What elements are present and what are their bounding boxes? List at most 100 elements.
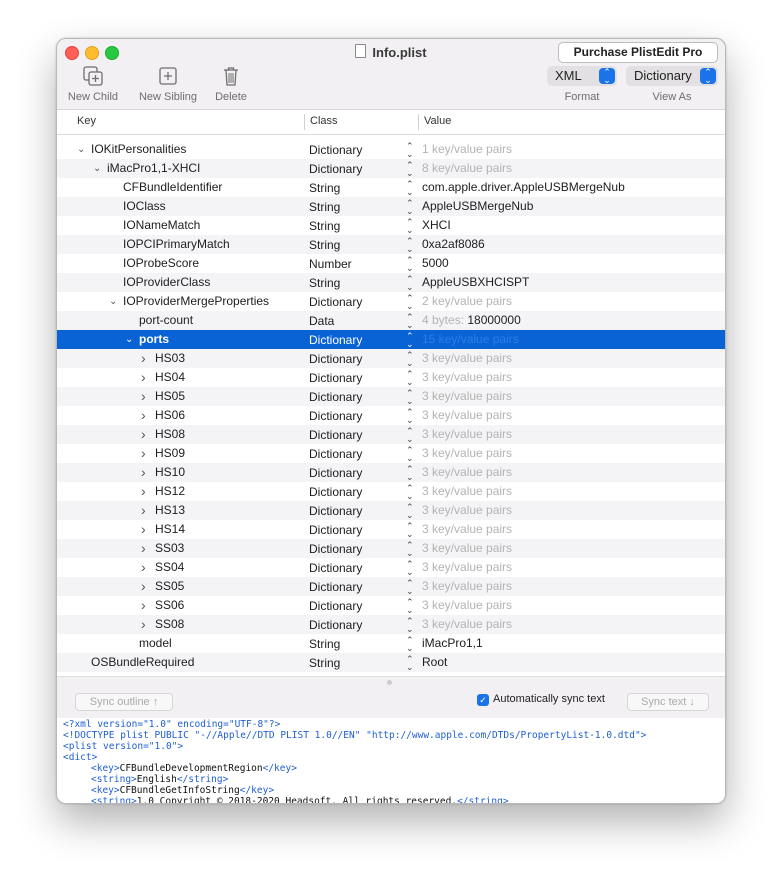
row-key[interactable]: HS04 [155,368,185,387]
row-class[interactable]: Dictionary [309,502,362,521]
row-key[interactable]: HS13 [155,501,185,520]
class-stepper-icon[interactable]: ⌃ ⌄ [406,273,414,292]
row-value[interactable]: 3 key/value pairs [422,425,512,444]
outline-row[interactable]: IONameMatch String ⌃ ⌄ XHCI [57,216,725,235]
class-stepper-icon[interactable]: ⌃ ⌄ [406,520,414,539]
row-value[interactable]: 3 key/value pairs [422,463,512,482]
column-header-key[interactable]: Key [77,115,96,127]
outline-row[interactable]: › HS05 Dictionary ⌃ ⌄ 3 key/value pairs [57,387,725,406]
row-value[interactable]: 15 key/value pairs [422,330,519,349]
outline-row[interactable]: › HS06 Dictionary ⌃ ⌄ 3 key/value pairs [57,406,725,425]
outline-row[interactable]: › HS03 Dictionary ⌃ ⌄ 3 key/value pairs [57,349,725,368]
auto-sync-checkbox[interactable]: ✓ [477,694,489,706]
outline-view[interactable]: ⌄ IOKitPersonalities Dictionary ⌃ ⌄ 1 key/val… [57,135,725,675]
row-value[interactable]: AppleUSBXHCISPT [422,273,529,292]
class-stepper-icon[interactable]: ⌃ ⌄ [406,653,414,672]
disclosure-closed-icon[interactable]: › [141,463,146,482]
outline-row[interactable]: › HS12 Dictionary ⌃ ⌄ 3 key/value pairs [57,482,725,501]
class-stepper-icon[interactable]: ⌃ ⌄ [406,159,414,178]
xml-text-view[interactable]: <?xml version="1.0" encoding="UTF-8"?> <!… [57,718,725,803]
format-popup[interactable]: XML ⌃ ⌄ [547,66,617,86]
row-class[interactable]: Dictionary [309,141,362,160]
row-key[interactable]: IOClass [123,197,166,216]
row-value[interactable]: 3 key/value pairs [422,615,512,634]
row-class[interactable]: Dictionary [309,369,362,388]
row-class[interactable]: Dictionary [309,331,362,350]
row-class[interactable]: String [309,217,340,236]
outline-row[interactable]: › HS09 Dictionary ⌃ ⌄ 3 key/value pairs [57,444,725,463]
row-class[interactable]: Dictionary [309,160,362,179]
class-stepper-icon[interactable]: ⌃ ⌄ [406,463,414,482]
disclosure-open-icon[interactable]: ⌄ [93,159,101,178]
row-value[interactable]: 3 key/value pairs [422,406,512,425]
outline-row[interactable]: › SS08 Dictionary ⌃ ⌄ 3 key/value pairs [57,615,725,634]
disclosure-closed-icon[interactable]: › [141,444,146,463]
row-value[interactable]: AppleUSBMergeNub [422,197,533,216]
row-key[interactable]: HS05 [155,387,185,406]
outline-row[interactable]: › HS10 Dictionary ⌃ ⌄ 3 key/value pairs [57,463,725,482]
row-value[interactable]: 3 key/value pairs [422,520,512,539]
row-class[interactable]: Data [309,312,334,331]
disclosure-closed-icon[interactable]: › [141,615,146,634]
row-value[interactable]: 4 bytes: 18000000 [422,311,521,330]
row-key[interactable]: IOPCIPrimaryMatch [123,235,230,254]
row-key[interactable]: IONameMatch [123,216,200,235]
column-header-value[interactable]: Value [424,115,451,127]
class-stepper-icon[interactable]: ⌃ ⌄ [406,216,414,235]
outline-row[interactable]: ⌄ IOProviderMergeProperties Dictionary ⌃ ⌄ 2 … [57,292,725,311]
class-stepper-icon[interactable]: ⌃ ⌄ [406,197,414,216]
class-stepper-icon[interactable]: ⌃ ⌄ [406,482,414,501]
sync-text-button[interactable]: Sync text ↓ [627,693,709,711]
row-key[interactable]: HS03 [155,349,185,368]
row-key[interactable]: IOKitPersonalities [91,140,186,159]
row-key[interactable]: HS09 [155,444,185,463]
class-stepper-icon[interactable]: ⌃ ⌄ [406,615,414,634]
outline-row[interactable]: ⌄ IOKitPersonalities Dictionary ⌃ ⌄ 1 key/val… [57,140,725,159]
row-value[interactable]: 3 key/value pairs [422,368,512,387]
row-value[interactable]: 3 key/value pairs [422,558,512,577]
row-value[interactable]: 8 key/value pairs [422,159,512,178]
row-key[interactable]: ports [139,330,169,349]
row-key[interactable]: HS14 [155,520,185,539]
row-class[interactable]: String [309,274,340,293]
new-sibling-button[interactable]: New Sibling [135,65,201,103]
class-stepper-icon[interactable]: ⌃ ⌄ [406,178,414,197]
row-key[interactable]: model [139,634,172,653]
row-class[interactable]: Dictionary [309,426,362,445]
row-class[interactable]: Dictionary [309,388,362,407]
outline-row[interactable]: ⌄ iMacPro1,1-XHCI Dictionary ⌃ ⌄ 8 key/value … [57,159,725,178]
row-value[interactable]: com.apple.driver.AppleUSBMergeNub [422,178,625,197]
row-key[interactable]: SS04 [155,558,184,577]
sync-outline-button[interactable]: Sync outline ↑ [75,693,173,711]
row-key[interactable]: HS10 [155,463,185,482]
row-class[interactable]: String [309,654,340,673]
class-stepper-icon[interactable]: ⌃ ⌄ [406,349,414,368]
outline-row[interactable]: › SS05 Dictionary ⌃ ⌄ 3 key/value pairs [57,577,725,596]
row-key[interactable]: HS08 [155,425,185,444]
column-divider[interactable] [418,114,419,130]
delete-button[interactable]: Delete [211,65,251,103]
row-class[interactable]: Dictionary [309,407,362,426]
row-value[interactable]: 3 key/value pairs [422,387,512,406]
outline-row[interactable]: IOClass String ⌃ ⌄ AppleUSBMergeNub [57,197,725,216]
row-class[interactable]: Dictionary [309,293,362,312]
disclosure-closed-icon[interactable]: › [141,577,146,596]
disclosure-open-icon[interactable]: ⌄ [109,292,117,311]
row-key[interactable]: SS03 [155,539,184,558]
column-divider[interactable] [304,114,305,130]
class-stepper-icon[interactable]: ⌃ ⌄ [406,501,414,520]
row-key[interactable]: OSBundleRequired [91,653,194,672]
class-stepper-icon[interactable]: ⌃ ⌄ [406,539,414,558]
class-stepper-icon[interactable]: ⌃ ⌄ [406,387,414,406]
class-stepper-icon[interactable]: ⌃ ⌄ [406,425,414,444]
row-key[interactable]: IOProbeScore [123,254,199,273]
purchase-button[interactable]: Purchase PlistEdit Pro [558,42,718,63]
row-class[interactable]: Dictionary [309,521,362,540]
row-value[interactable]: 0xa2af8086 [422,235,485,254]
row-value[interactable]: Root [422,653,447,672]
row-value[interactable]: 3 key/value pairs [422,501,512,520]
row-value[interactable]: 1 key/value pairs [422,140,512,159]
row-class[interactable]: Dictionary [309,350,362,369]
row-class[interactable]: Dictionary [309,597,362,616]
class-stepper-icon[interactable]: ⌃ ⌄ [406,558,414,577]
